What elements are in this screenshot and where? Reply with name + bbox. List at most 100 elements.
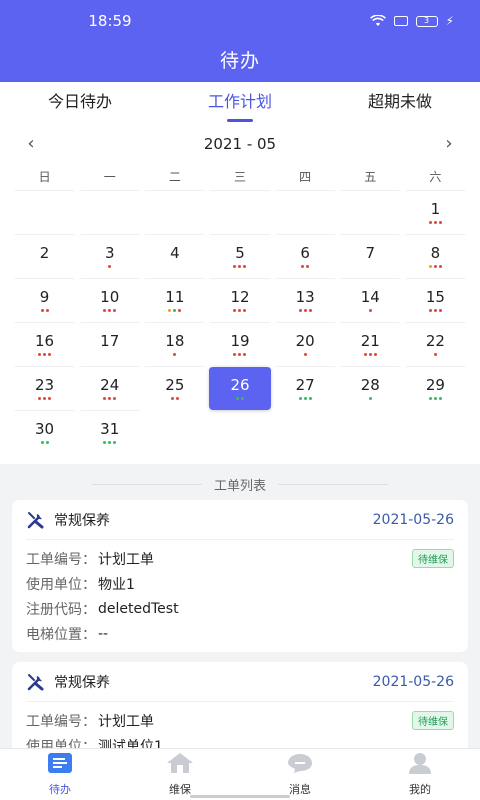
task-dots	[40, 441, 49, 445]
row-value: 计划工单	[98, 551, 154, 568]
task-dot	[108, 441, 112, 444]
calendar-day-10[interactable]: 10	[79, 278, 141, 322]
task-dot	[113, 441, 117, 444]
calendar-day-19[interactable]: 19	[209, 322, 271, 366]
tabbar-label: 我的	[409, 783, 431, 796]
calendar-day-17[interactable]: 17	[79, 322, 141, 366]
task-dot	[238, 353, 242, 356]
card-type: 常规保养	[26, 510, 110, 530]
weekday-label: 六	[429, 169, 442, 184]
day-number: 18	[165, 332, 185, 350]
calendar-day-13[interactable]: 13	[274, 278, 336, 322]
card-row: 工单编号： 计划工单 待维保	[26, 708, 454, 733]
row-value: deletedTest	[98, 600, 179, 617]
calendar-day-16[interactable]: 16	[14, 322, 76, 366]
card-row: 工单编号： 计划工单 待维保	[26, 546, 454, 571]
tabbar-label: 维保	[169, 783, 191, 796]
calendar-day-1[interactable]: 1	[404, 190, 466, 234]
calendar-day-27[interactable]: 27	[274, 366, 336, 410]
calendar-day-9[interactable]: 9	[14, 278, 76, 322]
calendar-day-11[interactable]: 11	[144, 278, 206, 322]
task-dots	[168, 309, 182, 313]
day-number: 21	[360, 332, 380, 350]
day-number: 10	[100, 288, 120, 306]
task-dot	[368, 353, 372, 356]
calendar-day-5[interactable]: 5	[209, 234, 271, 278]
calendar-day-28[interactable]: 28	[339, 366, 401, 410]
task-dot	[373, 353, 377, 356]
calendar-day-31[interactable]: 31	[79, 410, 141, 454]
task-dot	[438, 309, 442, 312]
tabbar-item-messages[interactable]: 消息	[240, 749, 360, 800]
tab-overdue[interactable]: 超期未做	[362, 82, 438, 126]
card-type-label: 常规保养	[54, 512, 110, 529]
task-dot	[243, 309, 247, 312]
status-bar: 18:59 3 ⚡	[0, 0, 480, 40]
task-dot	[113, 397, 117, 400]
task-dot	[103, 309, 107, 312]
task-dot	[233, 265, 237, 268]
day-number: 8	[430, 244, 441, 262]
home-indicator	[190, 795, 290, 798]
day-number: 27	[295, 376, 315, 394]
calendar-day-6[interactable]: 6	[274, 234, 336, 278]
next-month-chevron-icon[interactable]: ›	[440, 135, 458, 153]
calendar-weekdays: 日 一 二 三 四 五 六	[12, 162, 468, 190]
app-header: 18:59 3 ⚡ 待办	[0, 0, 480, 82]
calendar-day-7[interactable]: 7	[339, 234, 401, 278]
card-body: 工单编号： 计划工单 待维保 使用单位： 物业1 注册代码： deletedTe…	[26, 540, 454, 652]
task-dots	[38, 397, 52, 401]
calendar-empty-cell	[274, 190, 336, 234]
calendar-day-26[interactable]: 26	[209, 366, 271, 410]
task-dots	[103, 397, 117, 401]
calendar-day-15[interactable]: 15	[404, 278, 466, 322]
calendar-header: ‹ 2021 - 05 ›	[12, 126, 468, 162]
tab-work-plan[interactable]: 工作计划	[202, 82, 278, 126]
calendar-day-25[interactable]: 25	[144, 366, 206, 410]
task-dot	[243, 265, 247, 268]
calendar-day-24[interactable]: 24	[79, 366, 141, 410]
prev-month-chevron-icon[interactable]: ‹	[22, 135, 40, 153]
day-number: 9	[39, 288, 50, 306]
calendar-day-2[interactable]: 2	[14, 234, 76, 278]
calendar-day-21[interactable]: 21	[339, 322, 401, 366]
weekday-label: 二	[168, 169, 181, 184]
calendar: ‹ 2021 - 05 › 日 一 二 三 四 五 六 1 2 3 4 5 6 7 8 9 10 1…	[0, 126, 480, 464]
card-row: 电梯位置： --	[26, 621, 454, 646]
task-dots	[235, 397, 244, 401]
task-dot	[43, 397, 47, 400]
tabbar-item-todo[interactable]: 待办	[0, 749, 120, 800]
task-dots	[368, 397, 372, 401]
calendar-day-14[interactable]: 14	[339, 278, 401, 322]
task-dots	[233, 265, 247, 269]
status-icons: 3 ⚡	[369, 14, 454, 28]
calendar-day-4[interactable]: 4	[144, 234, 206, 278]
top-tabs: 今日待办 工作计划 超期未做	[0, 82, 480, 126]
tabbar-item-maintenance[interactable]: 维保	[120, 749, 240, 800]
task-dot	[103, 397, 107, 400]
task-dot	[438, 221, 442, 224]
day-number: 30	[35, 420, 55, 438]
tabbar-item-mine[interactable]: 我的	[360, 749, 480, 800]
calendar-day-29[interactable]: 29	[404, 366, 466, 410]
calendar-day-20[interactable]: 20	[274, 322, 336, 366]
status-badge: 待维保	[412, 549, 454, 568]
task-dot	[48, 397, 52, 400]
calendar-day-22[interactable]: 22	[404, 322, 466, 366]
day-number: 11	[165, 288, 185, 306]
charging-icon: ⚡	[445, 14, 454, 28]
calendar-day-8[interactable]: 8	[404, 234, 466, 278]
tab-today-todo[interactable]: 今日待办	[42, 82, 118, 126]
work-order-card[interactable]: 常规保养 2021-05-26 工单编号： 计划工单 待维保 使用单位： 物业1…	[12, 500, 468, 652]
day-number: 2	[39, 244, 50, 262]
calendar-day-30[interactable]: 30	[14, 410, 76, 454]
task-dot	[113, 309, 117, 312]
calendar-day-23[interactable]: 23	[14, 366, 76, 410]
task-dots	[301, 265, 310, 269]
task-dot	[308, 309, 312, 312]
calendar-day-12[interactable]: 12	[209, 278, 271, 322]
calendar-day-18[interactable]: 18	[144, 322, 206, 366]
calendar-day-3[interactable]: 3	[79, 234, 141, 278]
task-dots	[433, 353, 437, 357]
sim-icon	[393, 16, 408, 26]
